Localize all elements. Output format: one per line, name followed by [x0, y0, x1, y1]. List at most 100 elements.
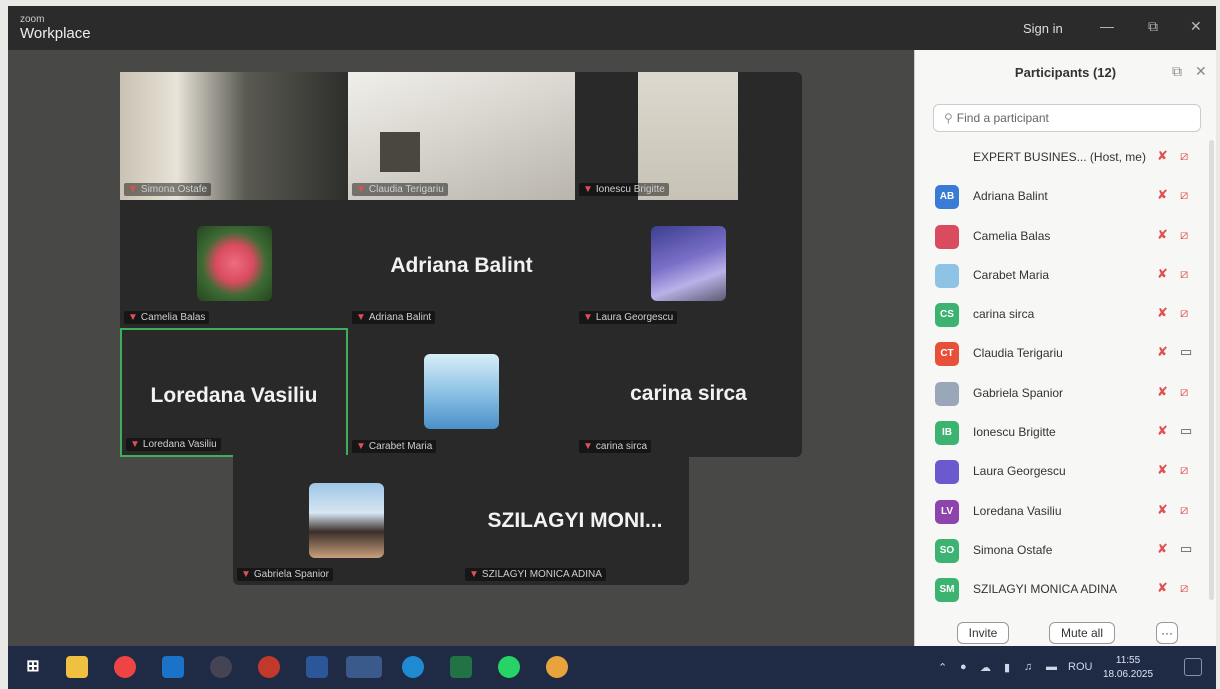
participant-row[interactable]: LV Loredana Vasiliu ✘ ⧄ [915, 492, 1217, 531]
participant-tile[interactable]: carina sirca ▼ carina sirca [575, 328, 802, 457]
tray-wifi-icon[interactable]: ● [960, 661, 967, 673]
clock-time: 11:55 [1115, 655, 1141, 666]
tray-cloud-icon[interactable]: ☁ [980, 661, 991, 674]
participant-tile[interactable]: ▼ Carabet Maria [348, 328, 575, 457]
participant-display-name: carina sirca [630, 382, 747, 405]
search-input[interactable]: ⚲ Find a participant [933, 104, 1201, 132]
camera-off-icon[interactable]: ⧄ [1180, 148, 1188, 164]
sign-in-button[interactable]: Sign in [1023, 21, 1063, 36]
participant-tile[interactable]: ▼ Camelia Balas [120, 200, 348, 328]
muted-mic-icon: ▼ [583, 441, 593, 452]
scrollbar[interactable] [1209, 140, 1214, 600]
muted-mic-icon: ▼ [241, 569, 251, 580]
muted-mic-icon[interactable]: ✘ [1157, 227, 1168, 243]
participant-avatar [935, 381, 959, 406]
muted-mic-icon[interactable]: ✘ [1157, 580, 1168, 596]
camera-on-icon[interactable]: ▭ [1180, 344, 1192, 360]
camera-off-icon[interactable]: ⧄ [1180, 305, 1188, 321]
close-icon[interactable]: ✕ [1195, 63, 1207, 80]
popout-icon[interactable]: ⧉ [1172, 63, 1182, 80]
tray-network-icon[interactable]: ▬ [1046, 661, 1057, 673]
notifications-icon[interactable] [1184, 658, 1202, 676]
participant-tile[interactable]: SZILAGYI MONI... ▼ SZILAGYI MONICA ADINA [461, 455, 689, 585]
muted-mic-icon[interactable]: ✘ [1157, 384, 1168, 400]
participant-row[interactable]: CS carina sirca ✘ ⧄ [915, 295, 1217, 334]
video-tile[interactable]: ▼ Ionescu Brigitte [575, 72, 802, 200]
tile-name-label: ▼ Adriana Balint [352, 311, 436, 324]
chrome-profile-icon[interactable] [546, 656, 568, 678]
whatsapp-icon[interactable] [498, 656, 520, 678]
tray-chevron-icon[interactable]: ⌃ [938, 661, 947, 674]
participant-name: SZILAGYI MONICA ADINA [973, 582, 1118, 597]
chrome-icon[interactable] [114, 656, 136, 678]
muted-mic-icon[interactable]: ✘ [1157, 266, 1168, 282]
tray-volume-icon[interactable]: ♫ [1024, 661, 1032, 673]
participant-row[interactable]: Camelia Balas ✘ ⧄ [915, 217, 1217, 256]
invite-button[interactable]: Invite [957, 622, 1009, 644]
tile-name-label: ▼ Loredana Vasiliu [126, 438, 221, 451]
participant-row[interactable]: CT Claudia Terigariu ✘ ▭ [915, 334, 1217, 373]
panel-title: Participants (12) [1014, 65, 1117, 80]
muted-mic-icon[interactable]: ✘ [1157, 502, 1168, 518]
muted-mic-icon[interactable]: ✘ [1157, 423, 1168, 439]
participant-row[interactable]: SM SZILAGYI MONICA ADINA ✘ ⧄ [915, 570, 1217, 609]
participant-row[interactable]: AB Adriana Balint ✘ ⧄ [915, 177, 1217, 216]
active-speaker-tile[interactable]: Loredana Vasiliu ▼ Loredana Vasiliu [120, 328, 348, 457]
more-options-button[interactable]: ··· [1156, 622, 1178, 644]
muted-mic-icon[interactable]: ✘ [1157, 305, 1168, 321]
participant-tile[interactable]: ▼ Gabriela Spanior [233, 455, 461, 585]
edge-icon[interactable] [402, 656, 424, 678]
video-tile[interactable]: ▼ Claudia Terigariu [348, 72, 575, 200]
windows-start-icon[interactable]: ⊞ [22, 656, 44, 678]
search-icon: ⚲ [944, 111, 953, 125]
excel-icon[interactable] [450, 656, 472, 678]
app-c-icon[interactable] [210, 656, 232, 678]
participant-row[interactable]: Carabet Maria ✘ ⧄ [915, 256, 1217, 295]
muted-mic-icon[interactable]: ✘ [1157, 148, 1168, 164]
camera-off-icon[interactable]: ⧄ [1180, 384, 1188, 400]
camera-off-icon[interactable]: ⧄ [1180, 227, 1188, 243]
camera-off-icon[interactable]: ⧄ [1180, 502, 1188, 518]
participant-tile[interactable]: ▼ Laura Georgescu [575, 200, 802, 328]
muted-mic-icon: ▼ [130, 439, 140, 450]
mute-all-button[interactable]: Mute all [1049, 622, 1115, 644]
word-icon[interactable] [306, 656, 328, 678]
camera-off-icon[interactable]: ⧄ [1180, 266, 1188, 282]
participant-tile[interactable]: Adriana Balint ▼ Adriana Balint [348, 200, 575, 328]
tile-label-text: Carabet Maria [368, 441, 433, 452]
zoom-taskbar-icon[interactable] [346, 656, 382, 678]
file-explorer-icon[interactable] [66, 656, 88, 678]
brand-name: Workplace [20, 25, 91, 42]
app-red-icon[interactable] [258, 656, 280, 678]
muted-mic-icon: ▼ [356, 184, 366, 195]
participant-row[interactable]: EXPERT BUSINES... (Host, me) ✘ ⧄ [915, 138, 1217, 177]
tile-name-label: ▼ carina sirca [579, 440, 652, 453]
camera-off-icon[interactable]: ⧄ [1180, 462, 1188, 478]
muted-mic-icon: ▼ [469, 569, 479, 580]
close-window-button[interactable]: ✕ [1190, 18, 1202, 35]
restore-button[interactable]: ⧉ [1148, 18, 1158, 35]
tile-label-text: Claudia Terigariu [368, 184, 444, 195]
participant-list: EXPERT BUSINES... (Host, me) ✘ ⧄ AB Adriana … [915, 138, 1217, 610]
outlook-icon[interactable] [162, 656, 184, 678]
tray-battery-icon[interactable]: ▮ [1004, 661, 1010, 674]
camera-on-icon[interactable]: ▭ [1180, 541, 1192, 557]
camera-off-icon[interactable]: ⧄ [1180, 187, 1188, 203]
participant-row[interactable]: Laura Georgescu ✘ ⧄ [915, 452, 1217, 491]
language-indicator[interactable]: ROU [1068, 661, 1092, 673]
video-tile[interactable]: ▼ Simona Ostafe [120, 72, 348, 200]
participant-row[interactable]: IB Ionescu Brigitte ✘ ▭ [915, 413, 1217, 452]
camera-on-icon[interactable]: ▭ [1180, 423, 1192, 439]
system-clock[interactable]: 11:55 18.06.2025 [1103, 654, 1153, 682]
muted-mic-icon[interactable]: ✘ [1157, 344, 1168, 360]
video-content [638, 72, 738, 200]
participant-row[interactable]: SO Simona Ostafe ✘ ▭ [915, 531, 1217, 570]
muted-mic-icon[interactable]: ✘ [1157, 541, 1168, 557]
participant-name: Adriana Balint [973, 189, 1048, 204]
brand-small: zoom [20, 14, 45, 25]
participant-row[interactable]: Gabriela Spanior ✘ ⧄ [915, 374, 1217, 413]
muted-mic-icon[interactable]: ✘ [1157, 187, 1168, 203]
minimize-button[interactable]: — [1100, 18, 1114, 34]
muted-mic-icon[interactable]: ✘ [1157, 462, 1168, 478]
camera-off-icon[interactable]: ⧄ [1180, 580, 1188, 596]
